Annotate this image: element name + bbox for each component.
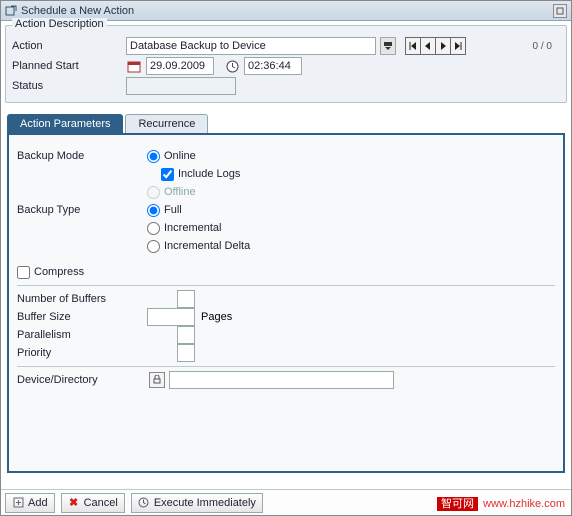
compress-text: Compress: [34, 266, 84, 278]
action-description-group: Action Description Action 0 / 0 Planned …: [5, 25, 567, 103]
calendar-icon[interactable]: [126, 58, 142, 74]
watermark: 智可网 www.hzhike.com: [437, 495, 565, 511]
dialog-window: Schedule a New Action Action Description…: [0, 0, 572, 516]
add-button[interactable]: Add: [5, 493, 55, 513]
action-description-legend: Action Description: [12, 18, 107, 30]
watermark-badge: 智可网: [437, 497, 478, 511]
backup-mode-offline-text: Offline: [164, 186, 196, 198]
planned-time-field[interactable]: [244, 57, 302, 75]
planned-start-label: Planned Start: [12, 60, 122, 72]
status-label: Status: [12, 80, 122, 92]
status-field: [126, 77, 236, 95]
backup-type-label: Backup Type: [17, 204, 147, 216]
buffer-size-label: Buffer Size: [17, 311, 147, 323]
buffer-size-field[interactable]: [147, 308, 195, 326]
execute-button-label: Execute Immediately: [154, 497, 256, 509]
tab-recurrence[interactable]: Recurrence: [125, 114, 208, 133]
lock-icon[interactable]: [149, 372, 165, 388]
watermark-url: www.hzhike.com: [483, 498, 565, 510]
nav-last-icon[interactable]: [450, 37, 466, 55]
add-button-label: Add: [28, 497, 48, 509]
backup-type-incremental-delta-radio[interactable]: [147, 240, 160, 253]
action-counter: 0 / 0: [533, 41, 552, 52]
backup-type-incremental-radio[interactable]: [147, 222, 160, 235]
execute-immediately-button[interactable]: Execute Immediately: [131, 493, 263, 513]
backup-type-incremental-delta-text: Incremental Delta: [164, 240, 250, 252]
device-directory-field[interactable]: [169, 371, 394, 389]
backup-mode-offline-radio: [147, 186, 160, 199]
action-label: Action: [12, 40, 122, 52]
nav-next-icon[interactable]: [435, 37, 451, 55]
cancel-icon: ✖: [68, 497, 80, 509]
parallelism-label: Parallelism: [17, 329, 147, 341]
action-dropdown-button[interactable]: [380, 37, 396, 55]
include-logs-checkbox[interactable]: [161, 168, 174, 181]
footer: Add ✖ Cancel Execute Immediately 智可网 www…: [1, 489, 571, 515]
add-icon: [12, 497, 24, 509]
parallelism-field[interactable]: [177, 326, 195, 344]
separator: [17, 285, 555, 286]
action-nav-buttons: [406, 37, 466, 55]
action-field[interactable]: [126, 37, 376, 55]
window-icon: [5, 5, 17, 17]
num-buffers-field[interactable]: [177, 290, 195, 308]
action-parameters-panel: Backup Mode Online Include Logs Offline …: [7, 133, 565, 473]
execute-icon: [138, 497, 150, 509]
include-logs-text: Include Logs: [178, 168, 240, 180]
backup-type-full-text: Full: [164, 204, 182, 216]
separator-2: [17, 366, 555, 367]
compress-checkbox[interactable]: [17, 266, 30, 279]
nav-prev-icon[interactable]: [420, 37, 436, 55]
tabstrip: Action Parameters Recurrence: [7, 111, 565, 133]
backup-type-full-radio[interactable]: [147, 204, 160, 217]
num-buffers-label: Number of Buffers: [17, 293, 147, 305]
window-title: Schedule a New Action: [21, 5, 553, 17]
backup-mode-online-text: Online: [164, 150, 196, 162]
priority-field[interactable]: [177, 344, 195, 362]
device-directory-label: Device/Directory: [17, 374, 147, 386]
backup-mode-online-radio[interactable]: [147, 150, 160, 163]
clock-icon[interactable]: [224, 58, 240, 74]
backup-mode-label: Backup Mode: [17, 150, 147, 162]
planned-date-field[interactable]: [146, 57, 214, 75]
cancel-button[interactable]: ✖ Cancel: [61, 493, 125, 513]
pages-label: Pages: [201, 311, 232, 323]
tab-action-parameters[interactable]: Action Parameters: [7, 114, 123, 133]
priority-label: Priority: [17, 347, 147, 359]
cancel-button-label: Cancel: [84, 497, 118, 509]
nav-first-icon[interactable]: [405, 37, 421, 55]
backup-type-incremental-text: Incremental: [164, 222, 221, 234]
close-icon[interactable]: [553, 4, 567, 18]
